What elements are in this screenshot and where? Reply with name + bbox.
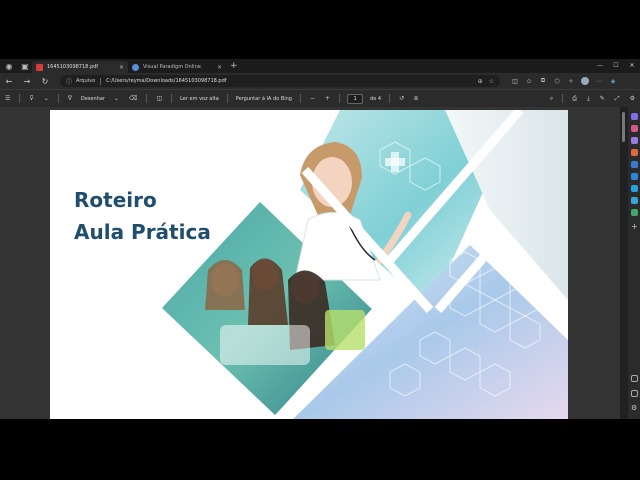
contents-icon[interactable]: ☰ bbox=[5, 95, 10, 102]
save-icon[interactable]: ⤓ bbox=[587, 95, 590, 103]
external-link-icon[interactable] bbox=[631, 390, 638, 397]
cover-artwork bbox=[162, 110, 568, 419]
chevron-down-icon[interactable]: ⌄ bbox=[44, 95, 49, 102]
pdf-viewer[interactable]: Roteiro Aula Prática bbox=[0, 107, 620, 419]
add-icon[interactable]: + bbox=[631, 223, 638, 231]
chevron-down-icon[interactable]: ⌄ bbox=[114, 95, 119, 102]
close-icon[interactable]: ✕ bbox=[624, 59, 640, 73]
back-icon[interactable]: ← bbox=[0, 77, 18, 86]
settings-gear-icon[interactable]: ⚙ bbox=[630, 95, 635, 102]
menu-icon[interactable]: ⋯ bbox=[592, 78, 606, 85]
divider bbox=[19, 94, 21, 103]
telegram-icon[interactable] bbox=[631, 197, 638, 204]
highlight-icon[interactable]: ⊽ bbox=[29, 95, 33, 102]
tab-label: 1645103098718.pdf bbox=[47, 64, 99, 70]
divider bbox=[562, 94, 564, 103]
close-tab-icon[interactable]: ✕ bbox=[217, 64, 222, 71]
ask-bing-button[interactable]: Perguntar à IA do Bing bbox=[236, 96, 292, 102]
tab-label: Visual Paradigm Online bbox=[143, 64, 201, 70]
document-title-line-1: Roteiro bbox=[74, 188, 157, 212]
page-total: de 4 bbox=[370, 95, 382, 102]
info-icon[interactable]: ⓘ bbox=[66, 77, 72, 86]
scrollbar-thumb[interactable] bbox=[622, 112, 625, 142]
maximize-icon[interactable]: ☐ bbox=[608, 59, 624, 73]
avatar[interactable] bbox=[581, 77, 589, 85]
address-bar[interactable]: ⓘ Arquivo C:/Users/reyma/Downloads/16451… bbox=[60, 75, 500, 87]
drop-icon[interactable] bbox=[631, 185, 638, 192]
forward-icon[interactable]: → bbox=[18, 77, 36, 86]
divider bbox=[100, 77, 102, 85]
workspaces-icon[interactable]: ▣ bbox=[18, 59, 32, 73]
divider bbox=[339, 94, 341, 103]
favorite-star-icon[interactable]: ☆ bbox=[489, 78, 494, 85]
page-number-input[interactable]: 1 bbox=[347, 93, 364, 104]
refresh-icon[interactable]: ↻ bbox=[36, 77, 54, 86]
read-aloud-button[interactable]: Ler em voz alta bbox=[180, 96, 219, 102]
minimize-icon[interactable]: — bbox=[592, 59, 608, 73]
zoom-out-button[interactable]: − bbox=[310, 95, 315, 102]
draw-button[interactable]: Desenhar bbox=[81, 96, 105, 102]
office-icon[interactable] bbox=[631, 161, 638, 168]
divider bbox=[389, 94, 391, 103]
url-text[interactable]: C:/Users/reyma/Downloads/1645103098718.p… bbox=[106, 78, 471, 84]
divider bbox=[171, 94, 173, 103]
visual-paradigm-favicon-icon bbox=[132, 63, 139, 71]
close-tab-icon[interactable]: ✕ bbox=[119, 64, 124, 71]
save-as-icon[interactable]: ✎ bbox=[600, 95, 605, 102]
copilot-sidebar-icon[interactable] bbox=[631, 113, 638, 120]
draw-icon[interactable]: ∇ bbox=[68, 95, 72, 102]
window-controls: — ☐ ✕ bbox=[592, 59, 640, 73]
browser-window: ◉ ▣ 1645103098718.pdf ✕ Visual Paradigm … bbox=[0, 59, 640, 419]
source-label: Arquivo bbox=[76, 78, 96, 84]
extensions-icon[interactable]: ⬡ bbox=[550, 78, 564, 85]
zoom-icon[interactable]: ⊕ bbox=[478, 78, 483, 85]
split-screen-icon[interactable]: ◫ bbox=[508, 78, 522, 85]
fullscreen-icon[interactable]: ⤢ bbox=[615, 95, 620, 103]
sidebar-settings-icon[interactable]: ⚙ bbox=[631, 405, 638, 412]
tab-strip: ◉ ▣ 1645103098718.pdf ✕ Visual Paradigm … bbox=[0, 59, 640, 73]
edge-sidebar: + ⚙ bbox=[622, 107, 640, 419]
text-icon[interactable]: ◫ bbox=[156, 95, 162, 102]
search-icon[interactable]: ⌕ bbox=[550, 95, 553, 103]
favorites-icon[interactable]: ✩ bbox=[522, 78, 536, 85]
maps-icon[interactable] bbox=[631, 209, 638, 216]
eraser-icon[interactable]: ⌫ bbox=[129, 95, 137, 102]
divider bbox=[226, 94, 228, 103]
outlook-icon[interactable] bbox=[631, 173, 638, 180]
page-view-icon[interactable]: ⧈ bbox=[414, 95, 418, 103]
copilot-sidebar-icon[interactable]: ◈ bbox=[606, 78, 620, 85]
pdf-page: Roteiro Aula Prática bbox=[50, 110, 568, 419]
new-tab-icon[interactable]: + bbox=[230, 61, 238, 71]
shopping-icon[interactable] bbox=[631, 125, 638, 132]
profile-icon[interactable]: ◉ bbox=[2, 59, 16, 73]
divider bbox=[146, 94, 148, 103]
tab-visual-paradigm[interactable]: Visual Paradigm Online ✕ bbox=[128, 61, 226, 73]
divider bbox=[299, 94, 301, 103]
games-icon[interactable] bbox=[631, 149, 638, 156]
sidebar-layout-icon[interactable] bbox=[631, 375, 638, 382]
tools-icon[interactable] bbox=[631, 137, 638, 144]
document-title-line-2: Aula Prática bbox=[74, 220, 211, 244]
address-bar-row: ← → ↻ ⓘ Arquivo C:/Users/reyma/Downloads… bbox=[0, 73, 640, 89]
toolbar-right: ◫ ✩ ⧉ ⬡ ✧ ⋯ ◈ bbox=[508, 77, 620, 85]
copilot-icon[interactable]: ✧ bbox=[564, 78, 578, 85]
print-icon[interactable]: ⎙ bbox=[572, 95, 577, 103]
divider bbox=[57, 94, 59, 103]
zoom-in-button[interactable]: + bbox=[325, 95, 330, 102]
pdf-toolbar: ☰ ⊽ ⌄ ∇ Desenhar ⌄ ⌫ ◫ Ler em voz alta P… bbox=[0, 89, 640, 107]
tab-pdf[interactable]: 1645103098718.pdf ✕ bbox=[32, 61, 128, 73]
pdf-favicon-icon bbox=[36, 63, 43, 71]
screen-frame: ◉ ▣ 1645103098718.pdf ✕ Visual Paradigm … bbox=[0, 0, 640, 480]
collections-icon[interactable]: ⧉ bbox=[536, 77, 550, 85]
rotate-icon[interactable]: ↺ bbox=[399, 95, 404, 102]
